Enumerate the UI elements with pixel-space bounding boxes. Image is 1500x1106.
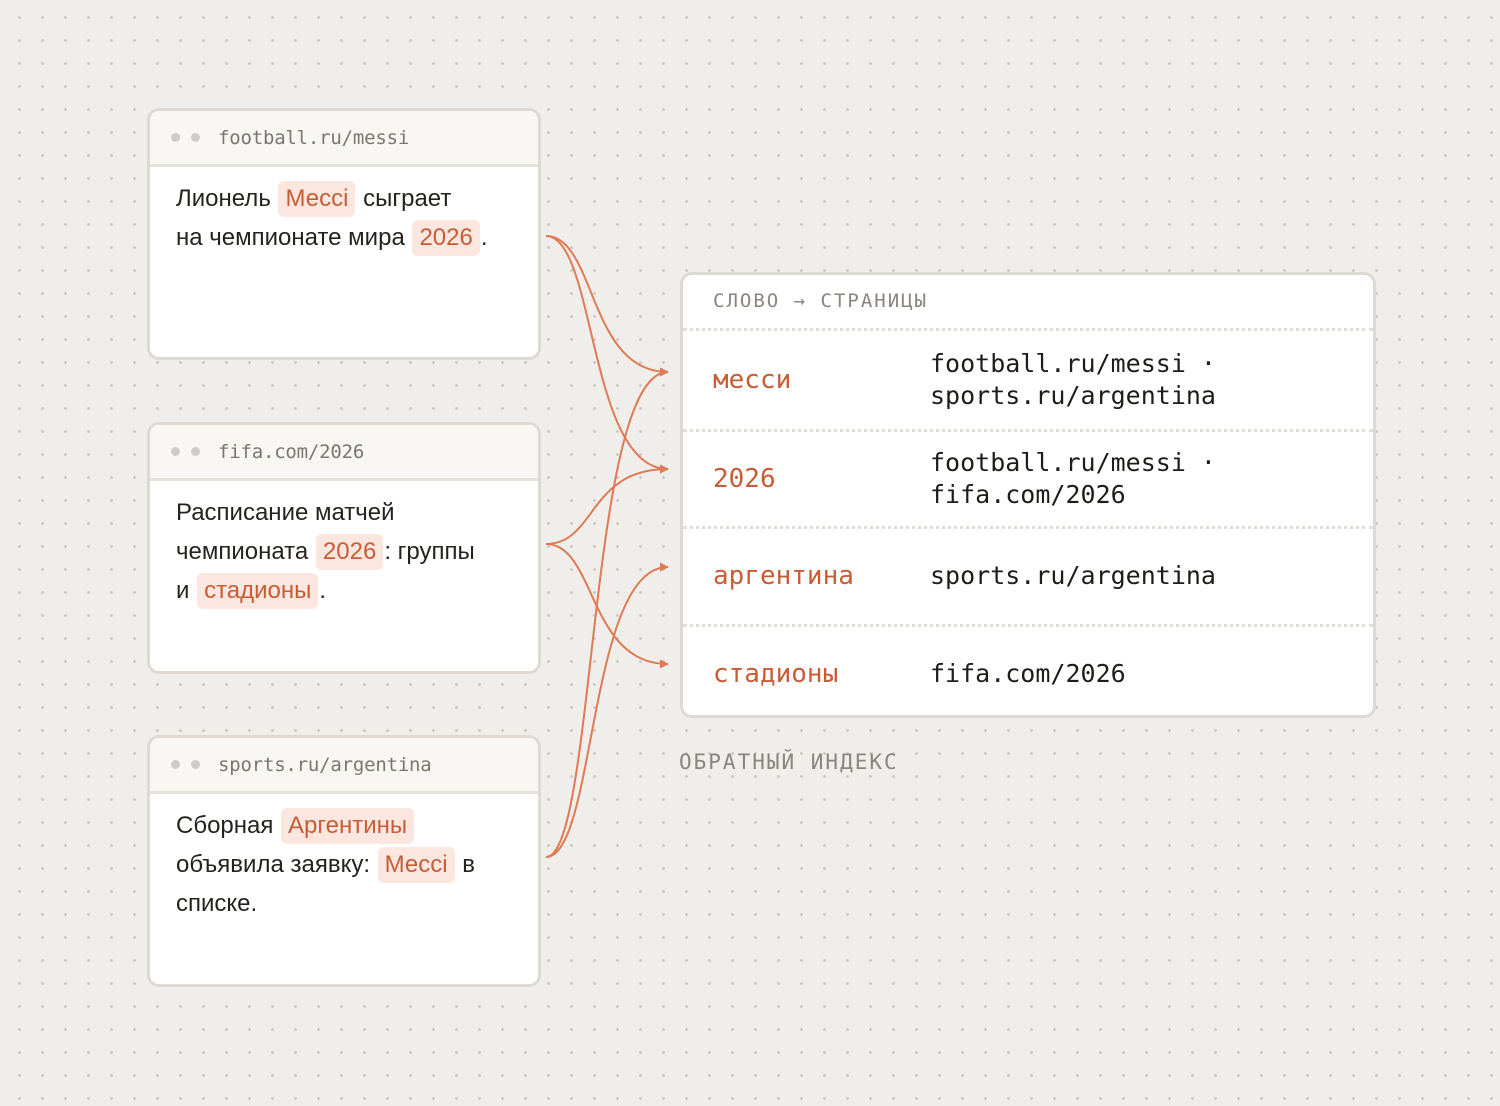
link-arrow <box>545 562 669 858</box>
text-line: Лионель Мессі сыграет <box>176 179 518 218</box>
text-line: Расписание матчей <box>176 499 395 526</box>
term-highlight: 2026 <box>412 220 480 256</box>
window-dot-icon <box>171 447 180 456</box>
document-url-bar: fifa.com/2026 <box>150 425 538 481</box>
text-line: на чемпионате мира 2026. <box>176 218 518 257</box>
document-url: football.ru/messi <box>218 126 410 149</box>
text-line: Сборная Аргентины <box>176 806 518 845</box>
index-row: 2026 football.ru/messi · fifa.com/2026 <box>683 428 1373 527</box>
index-word: месси <box>713 364 792 395</box>
index-word: 2026 <box>713 463 776 494</box>
term-highlight: 2026 <box>315 534 384 570</box>
inverted-index-table: СЛОВО → СТРАНИЦЫ месси football.ru/messi… <box>680 272 1376 718</box>
window-dot-icon <box>191 760 200 769</box>
text-line: чемпионата 2026: группы <box>176 532 518 571</box>
link-arrow <box>545 543 669 669</box>
index-pages: football.ru/messi · sports.ru/argentina <box>930 348 1216 410</box>
index-word: аргентина <box>713 561 854 592</box>
term-highlight: Мессі <box>377 847 455 883</box>
window-dot-icon <box>171 133 180 142</box>
window-dot-icon <box>171 760 180 769</box>
index-pages: fifa.com/2026 <box>930 658 1126 688</box>
term-highlight: Аргентины <box>281 808 415 844</box>
document-url: sports.ru/argentina <box>218 753 432 776</box>
text-line: списке. <box>176 890 258 917</box>
text-line: объявила заявку: Мессі в <box>176 845 518 884</box>
link-arrow <box>545 235 669 377</box>
document-card-3: sports.ru/argentina Сборная Аргентины об… <box>147 735 541 987</box>
document-text: Лионель Мессі сыграет на чемпионате мира… <box>150 167 538 257</box>
index-row: аргентина sports.ru/argentina <box>683 526 1373 624</box>
index-row: стадионы fifa.com/2026 <box>683 623 1373 716</box>
document-card-2: fifa.com/2026 Расписание матчей чемпиона… <box>147 422 541 674</box>
term-highlight: стадионы <box>197 573 319 609</box>
index-pages: football.ru/messi · fifa.com/2026 <box>930 447 1216 509</box>
index-pages: sports.ru/argentina <box>930 561 1216 591</box>
index-word: стадионы <box>713 658 839 689</box>
document-url-bar: sports.ru/argentina <box>150 738 538 794</box>
window-dot-icon <box>191 133 200 142</box>
document-url: fifa.com/2026 <box>218 440 365 463</box>
term-highlight: Мессі <box>278 181 356 217</box>
document-card-1: football.ru/messi Лионель Мессі сыграет … <box>147 108 541 360</box>
link-arrow <box>545 367 669 858</box>
diagram-caption: ОБРАТНЫЙ ИНДЕКС <box>679 750 899 774</box>
link-arrow <box>545 235 669 474</box>
document-url-bar: football.ru/messi <box>150 111 538 167</box>
window-dot-icon <box>191 447 200 456</box>
index-header: СЛОВО → СТРАНИЦЫ <box>683 275 1373 331</box>
index-row: месси football.ru/messi · sports.ru/arge… <box>683 331 1373 429</box>
text-line: и стадионы. <box>176 571 518 610</box>
document-text: Расписание матчей чемпионата 2026: групп… <box>150 481 538 610</box>
document-text: Сборная Аргентины объявила заявку: Мессі… <box>150 794 538 923</box>
